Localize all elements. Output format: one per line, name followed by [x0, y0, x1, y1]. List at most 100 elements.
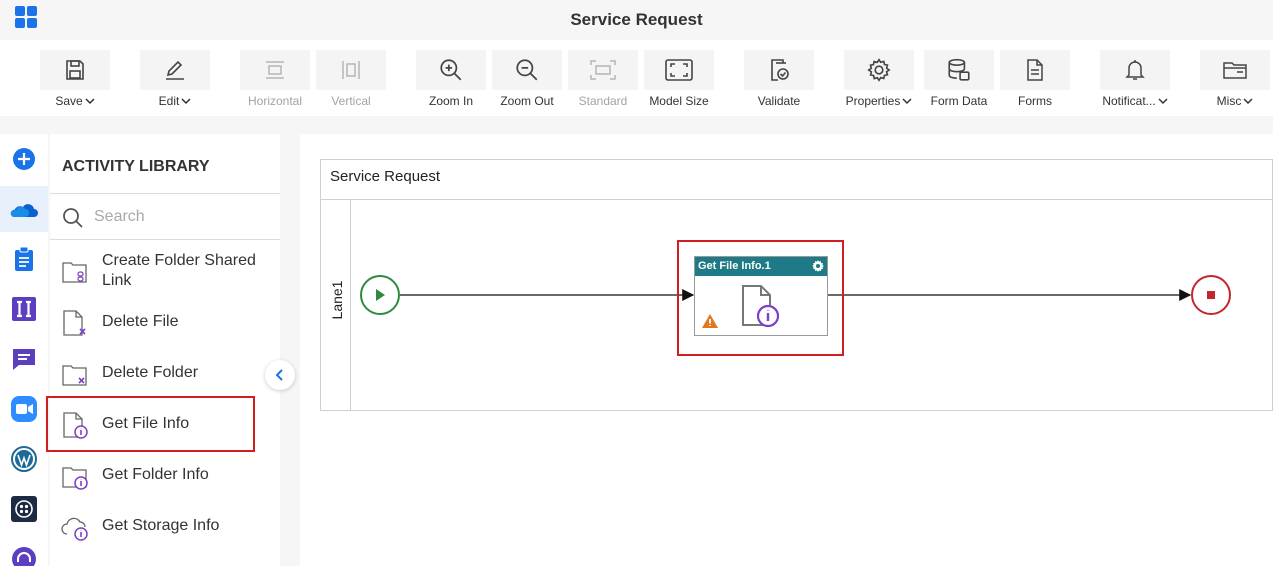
- chevron-down-icon: [1243, 98, 1253, 105]
- folder-delete-icon: [62, 365, 87, 386]
- gear-icon: [867, 58, 891, 82]
- library-title: ACTIVITY LIBRARY: [62, 158, 210, 175]
- library-item-label: Get Folder Info: [102, 466, 209, 483]
- warning-icon: [702, 314, 718, 328]
- dialpad-icon: [11, 496, 37, 522]
- vertical-layout-icon: [342, 61, 360, 79]
- cloud-info-icon: [61, 517, 88, 541]
- form-data-button[interactable]: Form Data: [924, 50, 994, 112]
- form-data-label: Form Data: [930, 94, 988, 108]
- chevron-down-icon: [85, 98, 95, 105]
- edit-label: Edit: [158, 94, 180, 108]
- file-info-icon: [63, 412, 88, 439]
- file-info-icon: [742, 285, 780, 328]
- library-item-delete-file[interactable]: Delete File: [50, 298, 280, 346]
- library-item-label: Delete Folder: [102, 364, 199, 381]
- rail-integration-ii[interactable]: [0, 286, 48, 332]
- standard-label: Standard: [578, 94, 628, 108]
- rail-zoom[interactable]: [0, 386, 48, 432]
- library-item-get-storage-info[interactable]: Get Storage Info: [50, 502, 280, 550]
- rail-add[interactable]: [0, 136, 48, 182]
- pool[interactable]: Service Request Lane1 Get File Info.1: [320, 159, 1273, 411]
- video-camera-icon: [11, 396, 37, 422]
- title-bar: Service Request: [0, 0, 1273, 40]
- gear-icon[interactable]: [811, 259, 825, 273]
- edit-icon: [166, 60, 184, 80]
- end-event[interactable]: [1191, 275, 1231, 315]
- standard-button[interactable]: Standard: [568, 50, 638, 112]
- rail-onedrive[interactable]: [0, 186, 48, 232]
- validate-icon: [771, 59, 789, 81]
- chevron-down-icon: [181, 98, 191, 105]
- properties-label: Properties: [845, 94, 901, 108]
- start-event[interactable]: [360, 275, 400, 315]
- collapse-panel-button[interactable]: [265, 360, 295, 390]
- horizontal-button[interactable]: Horizontal: [240, 50, 310, 112]
- library-search[interactable]: [50, 195, 280, 239]
- zoom-out-icon: [516, 59, 538, 81]
- rail-twilio[interactable]: [0, 486, 48, 532]
- chevron-down-icon: [1158, 98, 1168, 105]
- chevron-left-icon: [275, 369, 283, 381]
- zoom-in-label: Zoom In: [428, 94, 473, 108]
- rail-wordpress[interactable]: [0, 436, 48, 482]
- library-item-label-line2: Link: [102, 272, 132, 289]
- rail-chat[interactable]: [0, 336, 48, 382]
- library-item-label: Create Folder Shared Link: [102, 251, 256, 291]
- library-item-label-line1: Create Folder Shared: [102, 252, 256, 269]
- task-header: Get File Info.1: [695, 257, 827, 276]
- file-delete-icon: [63, 310, 86, 336]
- library-item-delete-folder[interactable]: Delete Folder: [50, 349, 280, 397]
- validate-label: Validate: [757, 94, 801, 108]
- divider: [50, 193, 280, 194]
- task-name: Get File Info.1: [698, 260, 771, 272]
- rail-headset[interactable]: [0, 536, 48, 566]
- zoom-out-label: Zoom Out: [500, 94, 554, 108]
- cloud-icon: [10, 204, 38, 217]
- search-input[interactable]: [94, 205, 274, 229]
- page-title: Service Request: [570, 10, 703, 29]
- standard-size-icon: [590, 60, 616, 80]
- folder-link-icon: [62, 262, 87, 283]
- process-canvas[interactable]: Service Request Lane1 Get File Info.1: [300, 134, 1273, 566]
- misc-button[interactable]: Misc: [1200, 50, 1270, 112]
- forms-button[interactable]: Forms: [1000, 50, 1070, 112]
- vertical-button[interactable]: Vertical: [316, 50, 386, 112]
- add-circle-icon: [13, 148, 35, 170]
- vertical-label: Vertical: [331, 94, 371, 108]
- save-label: Save: [55, 94, 83, 108]
- chat-icon: [13, 349, 35, 370]
- misc-label: Misc: [1216, 94, 1242, 108]
- divider: [50, 239, 280, 240]
- library-item-get-file-info[interactable]: Get File Info: [50, 400, 280, 448]
- zoom-out-button[interactable]: Zoom Out: [492, 50, 562, 112]
- folder-info-icon: [62, 467, 88, 490]
- model-size-button[interactable]: Model Size: [644, 50, 714, 112]
- save-button[interactable]: Save: [40, 50, 110, 112]
- folder-icon: [1223, 62, 1247, 79]
- bell-icon: [1125, 60, 1145, 80]
- horizontal-label: Horizontal: [247, 94, 303, 108]
- database-icon: [948, 58, 970, 81]
- validate-button[interactable]: Validate: [744, 50, 814, 112]
- ii-logo-icon: [12, 297, 36, 321]
- library-item-get-folder-info[interactable]: Get Folder Info: [50, 451, 280, 499]
- activity-library-panel: ACTIVITY LIBRARY Create Folder Shared Lin…: [50, 134, 280, 566]
- properties-button[interactable]: Properties: [844, 50, 914, 112]
- clipboard-icon: [15, 246, 33, 271]
- task-get-file-info[interactable]: Get File Info.1: [694, 256, 828, 336]
- save-icon: [66, 60, 84, 80]
- edit-button[interactable]: Edit: [140, 50, 210, 112]
- forms-icon: [1027, 59, 1043, 81]
- notifications-label: Notificat...: [1102, 94, 1156, 108]
- rail-clipboard[interactable]: [0, 236, 48, 282]
- notifications-button[interactable]: Notificat...: [1100, 50, 1170, 112]
- search-icon: [63, 208, 83, 228]
- chevron-down-icon: [902, 98, 912, 105]
- toolbar: Save Edit Horizontal Vertical Zoom In Zo…: [0, 40, 1273, 116]
- library-item-create-folder-shared-link[interactable]: Create Folder Shared Link: [50, 246, 280, 302]
- forms-label: Forms: [1018, 94, 1052, 108]
- integration-rail: [0, 134, 48, 566]
- library-item-label: Delete File: [102, 313, 179, 330]
- zoom-in-button[interactable]: Zoom In: [416, 50, 486, 112]
